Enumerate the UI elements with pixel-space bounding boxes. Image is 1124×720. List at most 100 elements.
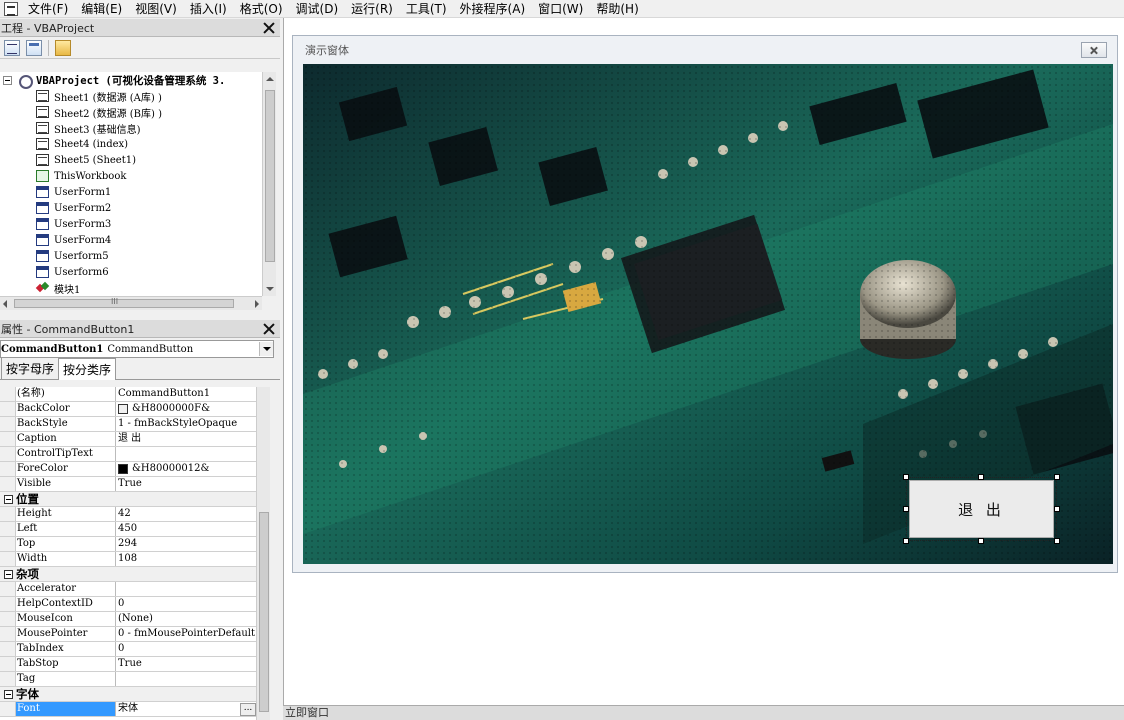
scroll-thumb[interactable] [259, 512, 269, 712]
menu-item[interactable]: 窗口(W) [534, 0, 592, 18]
property-row[interactable]: Caption 退 出 [0, 432, 256, 447]
resize-handle[interactable] [903, 474, 909, 480]
userform-window[interactable]: 演示窗体 退 出 [292, 35, 1118, 573]
property-row[interactable]: MouseIcon (None) [0, 612, 256, 627]
exit-button[interactable]: 退 出 [909, 480, 1054, 538]
menu-item[interactable]: 运行(R) [347, 0, 402, 18]
property-value[interactable]: CommandButton1 [116, 387, 256, 401]
scroll-left-icon[interactable] [3, 300, 7, 308]
property-value[interactable]: &H8000000F& [116, 402, 256, 416]
property-row[interactable]: MousePointer 0 - fmMousePointerDefault [0, 627, 256, 642]
property-row[interactable]: Width 108 [0, 552, 256, 567]
tree-item[interactable]: UserForm2 [0, 200, 262, 216]
property-name[interactable]: MouseIcon [16, 612, 116, 626]
property-name[interactable]: ForeColor [16, 462, 116, 476]
tree-item[interactable]: Sheet1 (数据源 (A库) ) [0, 88, 262, 104]
tree-item[interactable]: Sheet3 (基础信息) [0, 120, 262, 136]
menu-item[interactable]: 视图(V) [131, 0, 186, 18]
resize-handle[interactable] [978, 538, 984, 544]
toggle-folders-icon[interactable] [55, 39, 71, 56]
property-value[interactable]: 0 - fmMousePointerDefault [116, 627, 256, 641]
property-name[interactable]: ControlTipText [16, 447, 116, 461]
property-row[interactable]: Height 42 [0, 507, 256, 522]
project-hscroll[interactable]: III [0, 296, 262, 310]
tree-item[interactable]: UserForm4 [0, 232, 262, 248]
tree-root[interactable]: VBAProject (可视化设备管理系统 3. [0, 72, 262, 89]
tree-item[interactable]: 模块1 [0, 280, 262, 296]
menu-item[interactable]: 格式(O) [236, 0, 292, 18]
menu-item[interactable]: 工具(T) [402, 0, 456, 18]
property-row[interactable]: Accelerator [0, 582, 256, 597]
property-name[interactable]: Top [16, 537, 116, 551]
property-value[interactable]: 450 [116, 522, 256, 536]
property-value[interactable] [116, 672, 256, 686]
resize-handle[interactable] [1054, 538, 1060, 544]
resize-handle[interactable] [1054, 506, 1060, 512]
excel-app-icon[interactable] [4, 1, 18, 16]
chevron-down-icon[interactable] [259, 342, 273, 356]
collapse-icon[interactable] [4, 494, 13, 504]
properties-vscroll[interactable] [256, 387, 270, 720]
menu-item[interactable]: 文件(F) [24, 0, 77, 18]
property-name[interactable]: Width [16, 552, 116, 566]
property-name[interactable]: TabStop [16, 657, 116, 671]
property-value[interactable]: 42 [116, 507, 256, 521]
property-name[interactable]: MousePointer [16, 627, 116, 641]
property-name[interactable]: HelpContextID [16, 597, 116, 611]
property-category[interactable]: 杂项 [0, 567, 256, 582]
property-value[interactable]: 0 [116, 642, 256, 656]
property-value[interactable]: 1 - fmBackStyleOpaque [116, 417, 256, 431]
menu-item[interactable]: 外接程序(A) [456, 0, 535, 18]
property-row[interactable]: Visible True [0, 477, 256, 492]
view-code-icon[interactable] [4, 39, 20, 56]
property-name[interactable]: BackStyle [16, 417, 116, 431]
property-row[interactable]: TabStop True [0, 657, 256, 672]
scroll-thumb[interactable] [265, 90, 275, 262]
menu-item[interactable]: 调试(D) [292, 0, 348, 18]
collapse-icon[interactable] [3, 75, 12, 85]
property-value[interactable]: 294 [116, 537, 256, 551]
resize-handle[interactable] [903, 538, 909, 544]
property-row[interactable]: Top 294 [0, 537, 256, 552]
scroll-right-icon[interactable] [255, 300, 259, 308]
property-value[interactable] [116, 447, 256, 461]
resize-handle[interactable] [903, 506, 909, 512]
tree-item[interactable]: Userform5 [0, 248, 262, 264]
property-name[interactable]: Accelerator [16, 582, 116, 596]
property-name[interactable]: Left [16, 522, 116, 536]
tree-item[interactable]: ThisWorkbook [0, 168, 262, 184]
property-name[interactable]: Height [16, 507, 116, 521]
property-category[interactable]: 位置 [0, 492, 256, 507]
property-value[interactable]: 108 [116, 552, 256, 566]
property-tab[interactable]: 按分类序 [58, 358, 117, 380]
property-value[interactable] [116, 582, 256, 596]
tree-item[interactable]: Sheet2 (数据源 (B库) ) [0, 104, 262, 120]
object-selector[interactable]: CommandButton1 CommandButton [0, 340, 274, 358]
property-row[interactable]: Tag [0, 672, 256, 687]
close-icon[interactable] [262, 21, 276, 35]
property-value[interactable]: True [116, 657, 256, 671]
property-row[interactable]: HelpContextID 0 [0, 597, 256, 612]
close-icon[interactable] [262, 322, 276, 336]
property-row[interactable]: ForeColor &H80000012& [0, 462, 256, 477]
view-object-icon[interactable] [26, 39, 42, 56]
property-value[interactable]: (None) [116, 612, 256, 626]
ellipsis-button[interactable]: ... [240, 702, 256, 716]
menu-item[interactable]: 帮助(H) [592, 0, 647, 18]
scroll-down-icon[interactable] [266, 287, 274, 291]
menu-item[interactable]: 插入(I) [186, 0, 236, 18]
userform-client-area[interactable]: 退 出 [303, 64, 1113, 564]
property-name[interactable]: Caption [16, 432, 116, 446]
tree-item[interactable]: Userform6 [0, 264, 262, 280]
property-row[interactable]: Font 宋体... [0, 702, 256, 717]
tree-item[interactable]: Sheet5 (Sheet1) [0, 152, 262, 168]
property-name[interactable]: Font [16, 702, 116, 716]
property-category[interactable]: 字体 [0, 687, 256, 702]
tree-item[interactable]: Sheet4 (index) [0, 136, 262, 152]
hscroll-thumb[interactable]: III [14, 297, 234, 308]
property-row[interactable]: ControlTipText [0, 447, 256, 462]
property-value[interactable]: &H80000012& [116, 462, 256, 476]
close-icon[interactable] [1081, 42, 1107, 58]
property-row[interactable]: (名称) CommandButton1 [0, 387, 256, 402]
property-value[interactable]: 0 [116, 597, 256, 611]
